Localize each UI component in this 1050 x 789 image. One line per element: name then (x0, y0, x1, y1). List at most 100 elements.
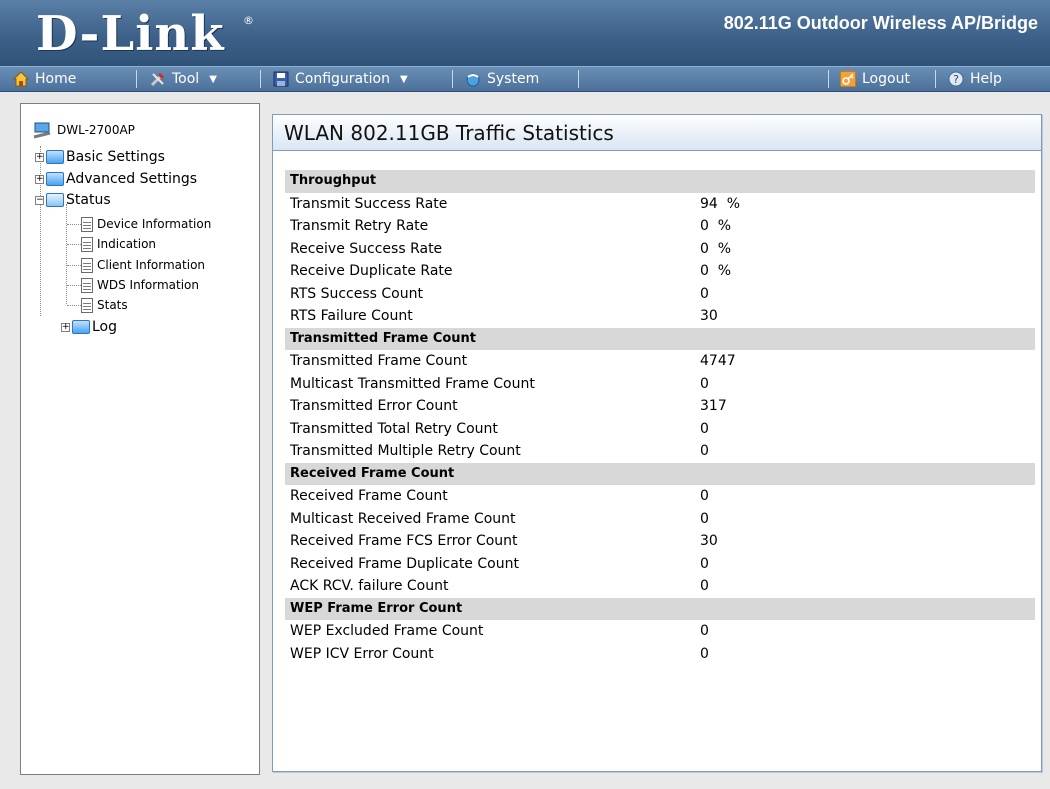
stat-label: Transmitted Error Count (290, 398, 458, 414)
tree-item-label: Advanced Settings (66, 171, 198, 187)
menu-logout-label: Logout (862, 70, 910, 87)
stat-row: ACK RCV. failure Count 0 (285, 575, 1035, 598)
tree-item-status[interactable]: − Status (35, 190, 111, 210)
tree-item-label: WDS Information (97, 278, 199, 292)
menu-configuration[interactable]: Configuration ▼ (273, 67, 408, 91)
menu-separator (935, 70, 936, 88)
stat-value: 30 (700, 533, 718, 549)
open-folder-icon (46, 193, 64, 207)
stat-row: RTS Failure Count 30 (285, 305, 1035, 328)
stat-label: Transmit Success Rate (290, 195, 448, 212)
stat-label: Transmitted Total Retry Count (290, 420, 498, 437)
tree-item-label: Log (92, 319, 118, 335)
stat-label: Received Frame Duplicate Count (290, 555, 519, 572)
stat-value: 4747 (700, 353, 736, 369)
chevron-down-icon: ▼ (209, 73, 217, 85)
menu-help-label: Help (970, 70, 1002, 87)
menu-logout[interactable]: Logout (839, 67, 910, 91)
stat-value: 0 (700, 623, 709, 639)
header-bar: D-Link ® 802.11G Outdoor Wireless AP/Bri… (0, 0, 1050, 66)
document-icon (81, 257, 93, 273)
tree-connector (67, 224, 81, 225)
stat-label: Multicast Transmitted Frame Count (290, 375, 535, 392)
menu-system[interactable]: System (465, 67, 539, 91)
stat-value: 0 (700, 510, 709, 527)
stat-label: Transmit Retry Rate (290, 218, 429, 234)
tree-item-label: Basic Settings (66, 149, 165, 165)
collapse-icon[interactable]: − (35, 195, 44, 205)
stat-value: 0 (700, 375, 709, 392)
menu-separator (260, 70, 261, 88)
menu-tool[interactable]: Tool ▼ (150, 67, 217, 91)
system-icon (465, 71, 481, 87)
tree-root[interactable]: DWL-2700AP (33, 120, 135, 140)
stat-label: Receive Success Rate (290, 240, 443, 257)
navigation-tree: DWL-2700AP + Basic Settings + Advanced S… (20, 103, 260, 775)
menu-configuration-label: Configuration (295, 70, 390, 87)
tool-icon (150, 71, 166, 87)
dlink-logo: D-Link (36, 6, 225, 62)
menu-separator (578, 70, 579, 88)
tree-connector (67, 244, 81, 245)
expand-icon[interactable]: + (61, 322, 70, 332)
tree-item-indication[interactable]: Indication (81, 234, 156, 254)
folder-icon (46, 150, 64, 164)
menu-tool-label: Tool (172, 70, 200, 87)
stat-row: Transmitted Frame Count 4747 (285, 350, 1035, 373)
stat-value: 0 % (700, 263, 732, 279)
menu-separator (452, 70, 453, 88)
stat-row: Received Frame Count 0 (285, 485, 1035, 508)
menu-separator (828, 70, 829, 88)
document-icon (81, 297, 93, 313)
tree-item-label: Device Information (97, 217, 212, 231)
tree-item-label: Indication (97, 237, 157, 251)
registered-mark: ® (243, 14, 254, 27)
tree-connector (67, 305, 81, 306)
stat-value: 0 (700, 578, 709, 594)
stat-value: 30 (700, 308, 718, 324)
stat-row: Transmitted Total Retry Count 0 (285, 418, 1035, 441)
tree-item-wds-information[interactable]: WDS Information (81, 275, 199, 295)
stat-label: WEP Excluded Frame Count (290, 623, 484, 639)
stat-row: WEP Excluded Frame Count 0 (285, 620, 1035, 643)
menu-home[interactable]: Home (12, 67, 76, 91)
product-title: 802.11G Outdoor Wireless AP/Bridge (723, 13, 1038, 33)
tree-item-stats[interactable]: Stats (81, 295, 128, 315)
stat-value: 0 (700, 645, 709, 662)
svg-text:?: ? (953, 73, 959, 86)
document-icon (81, 216, 93, 232)
tree-item-basic-settings[interactable]: + Basic Settings (35, 147, 165, 167)
stat-row: Transmit Success Rate 94 % (285, 193, 1035, 216)
tree-connector (67, 285, 81, 286)
section-heading: WEP Frame Error Count (285, 597, 1035, 620)
stat-row: Received Frame FCS Error Count 30 (285, 530, 1035, 553)
key-icon (839, 70, 857, 88)
stat-label: RTS Success Count (290, 285, 423, 302)
tree-item-advanced-settings[interactable]: + Advanced Settings (35, 169, 197, 189)
section-heading: Received Frame Count (285, 462, 1035, 485)
stat-row: RTS Success Count 0 (285, 283, 1035, 306)
stat-row: Transmitted Error Count 317 (285, 395, 1035, 418)
tree-connector (67, 265, 81, 266)
stat-row: WEP ICV Error Count 0 (285, 643, 1035, 666)
tree-item-device-information[interactable]: Device Information (81, 214, 211, 234)
stat-value: 0 (700, 555, 709, 572)
stat-row: Transmitted Multiple Retry Count 0 (285, 440, 1035, 463)
stat-value: 0 (700, 488, 709, 504)
tree-item-log[interactable]: + Log (61, 317, 117, 337)
tree-item-client-information[interactable]: Client Information (81, 255, 205, 275)
computer-icon (33, 121, 53, 139)
tree-item-label: Stats (97, 298, 128, 312)
stat-value: 94 % (700, 195, 741, 212)
expand-icon[interactable]: + (35, 152, 44, 162)
menu-bar: Home Tool ▼ Configuration ▼ System Logou… (0, 66, 1050, 92)
help-icon: ? (948, 71, 964, 87)
stat-row: Receive Duplicate Rate 0 % (285, 260, 1035, 283)
stat-value: 0 (700, 420, 709, 437)
stat-value: 317 (700, 398, 727, 414)
chevron-down-icon: ▼ (399, 73, 408, 85)
expand-icon[interactable]: + (35, 174, 44, 184)
disk-icon (273, 71, 289, 87)
tree-item-label: Client Information (97, 258, 206, 272)
menu-help[interactable]: ? Help (948, 67, 1002, 91)
